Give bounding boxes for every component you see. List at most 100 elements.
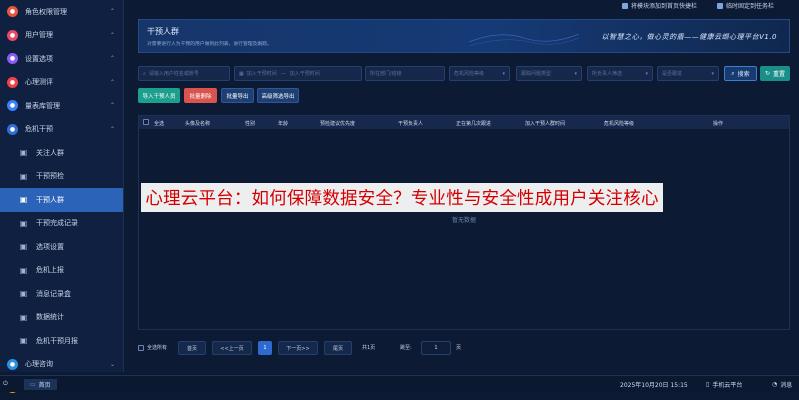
total-pages: 共1页	[362, 345, 376, 351]
monitor-icon: ▭	[30, 381, 36, 388]
taskbar-icon	[717, 2, 723, 9]
chart-icon: ▣	[19, 312, 28, 322]
chevron-down-icon: ▾	[711, 70, 714, 77]
empty-state: 暂无数据	[451, 217, 476, 224]
home-taskbar-button[interactable]: ▭ 首页	[24, 379, 57, 390]
jump-label: 跳至:	[400, 345, 412, 351]
power-button[interactable]: ⏻	[3, 380, 8, 388]
pin-taskbar-button[interactable]: 临时固定到任务栏	[717, 0, 774, 11]
sidebar-item-label: 干预完成记录	[36, 219, 78, 228]
pin-taskbar-label: 临时固定到任务栏	[726, 3, 775, 10]
pagination: 全选所有 首页 <<上一页 1 下一页>> 尾页 共1页 跳至: 1 页	[138, 341, 790, 357]
sidebar-item-scale[interactable]: ● 量表库管理 ⌃	[0, 94, 123, 118]
sidebar-item-chart[interactable]: ▣ 数据统计	[0, 306, 123, 330]
datetime: 2025年10月20日 15:15	[620, 382, 688, 389]
chevron-up-icon: ⌃	[109, 125, 115, 133]
sidebar-item-label: 角色权限管理	[25, 7, 67, 16]
messages-button[interactable]: ◔ 消息	[772, 380, 792, 389]
filter-bar: ⌕ 请输入用户姓名或账号 ▦ 加入干预时间 — 加入干预时间 所在部门/班级 危…	[138, 66, 790, 82]
scale-icon: ●	[7, 100, 18, 112]
sidebar-item-label: 心理测评	[25, 78, 53, 87]
chevron-down-icon: ▾	[645, 70, 648, 77]
table-header: 全选 头像及名称 性别 年龄 预检建议优先度 干预负责人 正在第几次跟进 加入干…	[139, 116, 789, 129]
consult-icon: ●	[7, 358, 18, 370]
chevron-down-icon: ⌄	[109, 360, 115, 368]
add-to-homepage-button[interactable]: 将模块添加到首页快捷栏	[622, 0, 697, 11]
sidebar-item-consult[interactable]: ● 心理咨询 ⌄	[0, 353, 123, 377]
add-to-homepage-label: 将模块添加到首页快捷栏	[631, 3, 698, 10]
col-risk-level: 危机风险等级	[604, 121, 635, 127]
import-button[interactable]: 导入干预人员	[138, 88, 180, 103]
sidebar-item-label: 选项设置	[36, 242, 64, 251]
col-actions: 操作	[713, 121, 724, 127]
sidebar-item-label: 关注人群	[36, 148, 64, 157]
prev-page-button[interactable]: <<上一页	[212, 341, 252, 355]
responsible-label: 所负责人筛选	[592, 71, 623, 77]
page-title: 干预人群	[147, 27, 179, 36]
first-page-button[interactable]: 首页	[178, 341, 206, 355]
status-label: 是否跟进	[662, 71, 683, 77]
last-page-button[interactable]: 尾页	[324, 341, 352, 355]
refresh-icon: ↻	[764, 70, 770, 77]
sidebar-item-settings[interactable]: ● 设置选项 ⌃	[0, 47, 123, 71]
date-end: 加入干预时间	[289, 71, 320, 77]
mobile-platform-button[interactable]: ▯ 手机云平台	[706, 380, 742, 389]
sidebar-item-report[interactable]: ▣ 危机上报	[0, 259, 123, 283]
banner-decoration	[469, 33, 579, 47]
chevron-up-icon: ⌃	[109, 8, 115, 16]
sidebar-item-label: 用户管理	[25, 31, 53, 40]
sidebar-item-label: 量表库管理	[25, 101, 60, 110]
search-input[interactable]: ⌕ 请输入用户姓名或账号	[138, 66, 230, 81]
col-join-time: 加入干预人群时间	[525, 121, 566, 127]
sidebar-item-label: 干预人群	[36, 195, 64, 204]
sidebar-item-heart[interactable]: ● 心理测评 ⌃	[0, 71, 123, 95]
dept-select[interactable]: 所在部门/班级	[365, 66, 445, 81]
col-avatar-name: 头像及名称	[185, 121, 211, 127]
search-icon: ⌕	[731, 69, 735, 77]
record-icon: ▣	[19, 218, 28, 228]
col-gender: 性别	[245, 121, 256, 127]
next-page-button[interactable]: 下一页>>	[278, 341, 318, 355]
batch-delete-button[interactable]: 批量删除	[184, 88, 217, 103]
select-all-pages-checkbox[interactable]	[138, 345, 144, 351]
search-icon: ⌕	[143, 70, 146, 77]
advanced-export-button[interactable]: 高级筛选导出	[257, 88, 299, 103]
chevron-up-icon: ⌃	[109, 78, 115, 86]
date-range-picker[interactable]: ▦ 加入干预时间 — 加入干预时间	[234, 66, 362, 81]
sidebar-item-role[interactable]: ● 角色权限管理 ⌃	[0, 0, 123, 24]
responsible-select[interactable]: 所负责人筛选 ▾	[587, 66, 653, 81]
batch-export-button[interactable]: 批量导出	[221, 88, 254, 103]
chevron-down-icon: ▾	[502, 70, 505, 77]
page-1-button[interactable]: 1	[258, 341, 272, 355]
data-table: 全选 头像及名称 性别 年龄 预检建议优先度 干预负责人 正在第几次跟进 加入干…	[138, 115, 790, 330]
select-all-pages-label: 全选所有	[147, 345, 168, 351]
sidebar-item-people[interactable]: ▣ 关注人群	[0, 141, 123, 165]
phone-icon: ▯	[706, 381, 710, 388]
sidebar-item-gear[interactable]: ▣ 选项设置	[0, 235, 123, 259]
top-bar: 将模块添加到首页快捷栏 临时固定到任务栏	[124, 0, 799, 14]
jump-page-input[interactable]: 1	[421, 341, 451, 355]
message-icon: ▣	[19, 289, 28, 299]
risk-level-select[interactable]: 危机风险等级 ▾	[449, 66, 510, 81]
sidebar-item-label: 心理咨询	[25, 360, 53, 369]
calendar-icon: ▦	[239, 70, 244, 77]
sidebar-item-record[interactable]: ▣ 干预完成记录	[0, 212, 123, 236]
date-start: 加入干预时间	[246, 71, 277, 77]
reset-button-label: 重置	[773, 71, 786, 78]
settings-icon: ●	[7, 53, 18, 65]
sidebar-item-label: 危机上报	[36, 266, 64, 275]
heart-icon: ●	[7, 76, 18, 88]
status-select[interactable]: 是否跟进 ▾	[657, 66, 719, 81]
sidebar-item-label: 危机干预	[25, 125, 53, 134]
banner-slogan: 以智慧之心，做心灵的盾——健康云缬心理平台V1.0	[601, 33, 777, 41]
search-button[interactable]: ⌕ 搜索	[724, 66, 757, 81]
followup-type-select[interactable]: 跟踪问题类型 ▾	[516, 66, 582, 81]
messages-label: 消息	[780, 382, 793, 389]
sidebar-item-message[interactable]: ▣ 消息记录盒	[0, 282, 123, 306]
select-all-checkbox[interactable]	[143, 119, 149, 125]
sidebar-item-calendar[interactable]: ▣ 危机干预月报	[0, 329, 123, 353]
reset-button[interactable]: ↻ 重置	[760, 66, 790, 81]
sidebar-item-user[interactable]: ● 用户管理 ⌃	[0, 24, 123, 48]
sidebar-item-label: 数据统计	[36, 313, 64, 322]
sidebar-item-crisis[interactable]: ● 危机干预 ⌃	[0, 118, 123, 142]
